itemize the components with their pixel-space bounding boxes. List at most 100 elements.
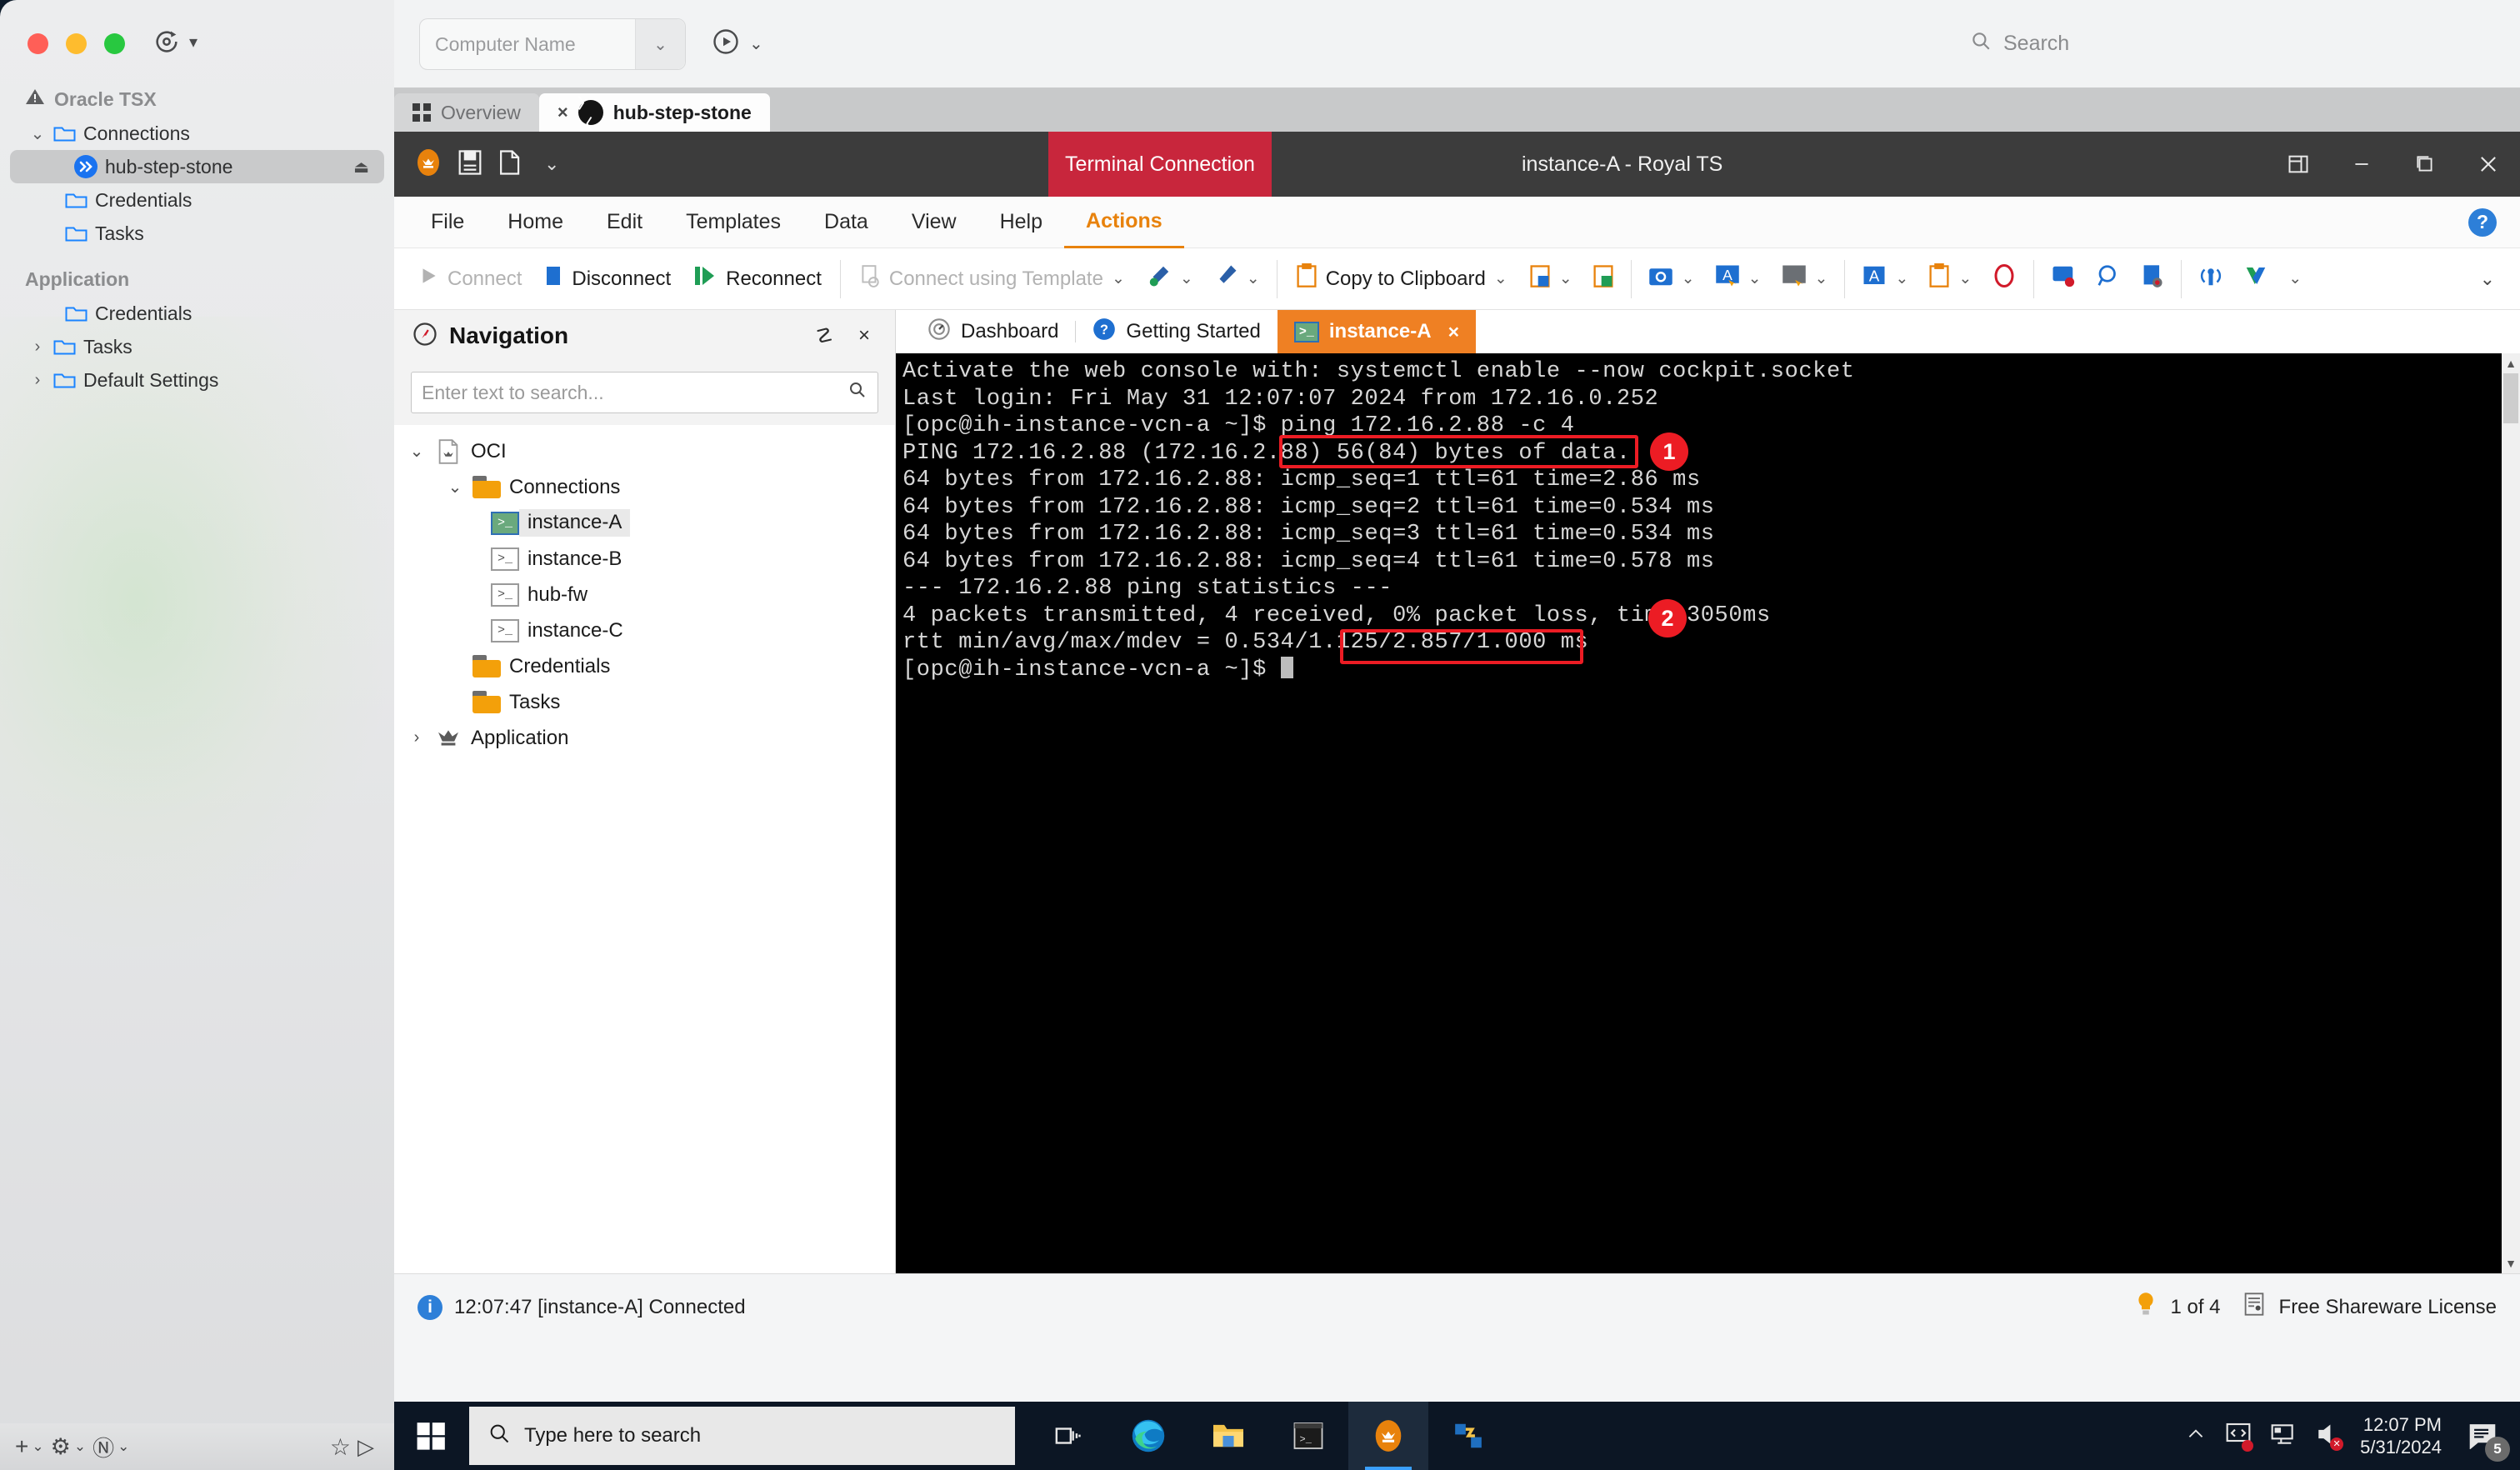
chevron-down-icon[interactable]: ⌄ (1815, 269, 1828, 288)
notification-center-button[interactable]: 5 (2460, 1413, 2510, 1462)
record-session-button[interactable] (2131, 255, 2174, 303)
tree-node-oci[interactable]: ⌄ OCI (394, 433, 895, 469)
sidebar-item-default-settings[interactable]: › Default Settings (0, 363, 394, 397)
chevron-down-icon[interactable]: ⌄ (1494, 269, 1508, 288)
windows-start-button[interactable] (394, 1402, 469, 1470)
chevron-down-icon[interactable]: ▾ (189, 32, 198, 52)
tree-node-connections[interactable]: ⌄ Connections (394, 469, 895, 505)
chevron-down-icon[interactable]: ⌄ (1180, 269, 1193, 288)
send-key-button[interactable] (2041, 255, 2086, 303)
help-icon[interactable]: ? (2468, 208, 2497, 237)
no-entry-button[interactable] (1982, 255, 2027, 303)
tab-overview[interactable]: Overview (394, 93, 539, 132)
copy-to-clipboard-button[interactable]: Copy to Clipboard ⌄ (1284, 255, 1519, 303)
microsoft-edge-icon[interactable] (1108, 1402, 1188, 1470)
taskbar-search-box[interactable]: Type here to search (469, 1407, 1015, 1465)
volume-muted-icon[interactable]: ✕ (2315, 1422, 2344, 1451)
close-window-button[interactable] (28, 33, 48, 54)
chevron-down-icon[interactable]: ⌄ (74, 1438, 86, 1455)
type-text-button[interactable]: A ⌄ (1705, 255, 1772, 303)
chevron-down-icon[interactable]: ⌄ (1682, 269, 1695, 288)
window-traffic-lights[interactable] (28, 33, 125, 54)
network-transfer-icon[interactable]: Ⓝ (92, 1432, 114, 1462)
wifi-button[interactable] (2188, 255, 2233, 303)
menu-view[interactable]: View (890, 197, 978, 248)
chevron-down-icon[interactable]: ⌄ (441, 477, 469, 498)
chevron-down-icon[interactable]: ⌄ (1958, 269, 1972, 288)
connect-using-template-button[interactable]: Connect using Template ⌄ (848, 255, 1137, 303)
sync-control[interactable]: ▾ (152, 28, 198, 56)
chevron-down-icon[interactable]: ⌄ (32, 1438, 43, 1455)
play-icon[interactable]: ▷ (358, 1434, 374, 1460)
terminal-screen[interactable]: Activate the web console with: systemctl… (896, 353, 2520, 1273)
minimize-window-button[interactable] (66, 33, 87, 54)
menu-templates[interactable]: Templates (664, 197, 802, 248)
file-explorer-icon[interactable] (1188, 1402, 1268, 1470)
chevron-down-icon[interactable]: ⌄ (118, 1438, 129, 1455)
sidebar-item-hub-step-stone[interactable]: hub-step-stone ⏏ (10, 150, 384, 183)
computer-name-value[interactable]: Computer Name (420, 33, 635, 56)
copy-clipboard-text-button[interactable]: ⌄ (1519, 255, 1582, 303)
tree-node-tasks[interactable]: Tasks (394, 684, 895, 720)
eject-icon[interactable]: ⏏ (353, 157, 369, 178)
reconnect-button[interactable]: Reconnect (682, 255, 833, 303)
chevron-right-icon[interactable]: › (25, 338, 50, 357)
menu-file[interactable]: File (409, 197, 486, 248)
tab-getting-started[interactable]: ? Getting Started (1076, 310, 1277, 353)
chevron-down-icon[interactable]: ⌄ (1559, 269, 1572, 288)
search-icon[interactable] (848, 380, 868, 405)
network-icon[interactable] (2270, 1422, 2297, 1451)
close-icon[interactable] (2457, 132, 2520, 197)
star-icon[interactable]: ☆ (330, 1433, 351, 1461)
copy-clipboard-secure-button[interactable] (1582, 255, 1624, 303)
sidebar-item-tasks[interactable]: Tasks (0, 217, 394, 250)
menu-actions[interactable]: Actions (1064, 197, 1184, 248)
sync-icon[interactable] (152, 28, 181, 56)
type-credentials-button[interactable]: ⌄ (1772, 255, 1838, 303)
taskbar-clock[interactable]: 12:07 PM 5/31/2024 (2360, 1413, 2442, 1458)
menu-home[interactable]: Home (486, 197, 585, 248)
close-icon[interactable]: × (1442, 321, 1459, 343)
search-field[interactable]: Search (1958, 18, 2500, 68)
tree-node-instance-a[interactable]: >_ instance-A (394, 505, 895, 541)
tree-node-instance-c[interactable]: >_ instance-C (394, 612, 895, 648)
font-button[interactable]: A ⌄ (1852, 255, 1918, 303)
terminal-scrollbar[interactable]: ▲ ▼ (2502, 353, 2520, 1273)
royalts-icon[interactable] (1348, 1402, 1428, 1470)
sidebar-item-credentials[interactable]: Credentials (0, 183, 394, 217)
plus-icon[interactable]: + (15, 1433, 28, 1460)
sidebar-item-connections[interactable]: ⌄ Connections (0, 117, 394, 150)
task-view-icon[interactable] (1028, 1402, 1108, 1470)
screenshot-button[interactable]: ⌄ (1638, 255, 1705, 303)
scroll-up-icon[interactable]: ▲ (2502, 353, 2520, 373)
scrollbar-thumb[interactable] (2503, 373, 2518, 423)
computer-name-combobox[interactable]: Computer Name ⌄ (419, 18, 686, 70)
tree-node-application[interactable]: › Application (394, 720, 895, 756)
disconnect-button[interactable]: Disconnect (533, 255, 682, 303)
expand-ribbon-icon[interactable]: ⌄ (2480, 268, 2495, 290)
menu-data[interactable]: Data (802, 197, 890, 248)
start-session-control[interactable]: ⌄ (711, 27, 763, 61)
menu-help[interactable]: Help (978, 197, 1064, 248)
new-document-icon[interactable] (498, 149, 521, 180)
chevron-right-icon[interactable]: › (402, 728, 431, 748)
chevron-down-icon[interactable]: ⌄ (1247, 269, 1260, 288)
navigation-search-input[interactable]: Enter text to search... (411, 372, 878, 413)
show-hidden-icons-caret[interactable] (2185, 1423, 2207, 1449)
shuffle-button[interactable] (2233, 255, 2278, 303)
sidebar-item-app-tasks[interactable]: › Tasks (0, 330, 394, 363)
tree-node-credentials[interactable]: Credentials (394, 648, 895, 684)
key-tool-button[interactable]: ⌄ (1137, 255, 1203, 303)
more-commands-button[interactable]: ⌄ (2278, 255, 2312, 303)
terminal-icon[interactable]: >_ (1268, 1402, 1348, 1470)
minimize-icon[interactable] (2330, 132, 2393, 197)
sidebar-item-app-credentials[interactable]: Credentials (0, 297, 394, 330)
save-icon[interactable] (458, 149, 482, 180)
tab-hub-step-stone[interactable]: × 〉〈 hub-step-stone (538, 93, 770, 132)
chevron-right-icon[interactable]: › (25, 371, 50, 390)
tab-dashboard[interactable]: Dashboard (911, 310, 1075, 353)
chevron-down-icon[interactable]: ⌄ (2288, 269, 2302, 288)
menu-edit[interactable]: Edit (585, 197, 664, 248)
chevron-down-icon[interactable]: ⌄ (1748, 269, 1762, 288)
chevron-down-icon[interactable]: ⌄ (25, 123, 50, 144)
